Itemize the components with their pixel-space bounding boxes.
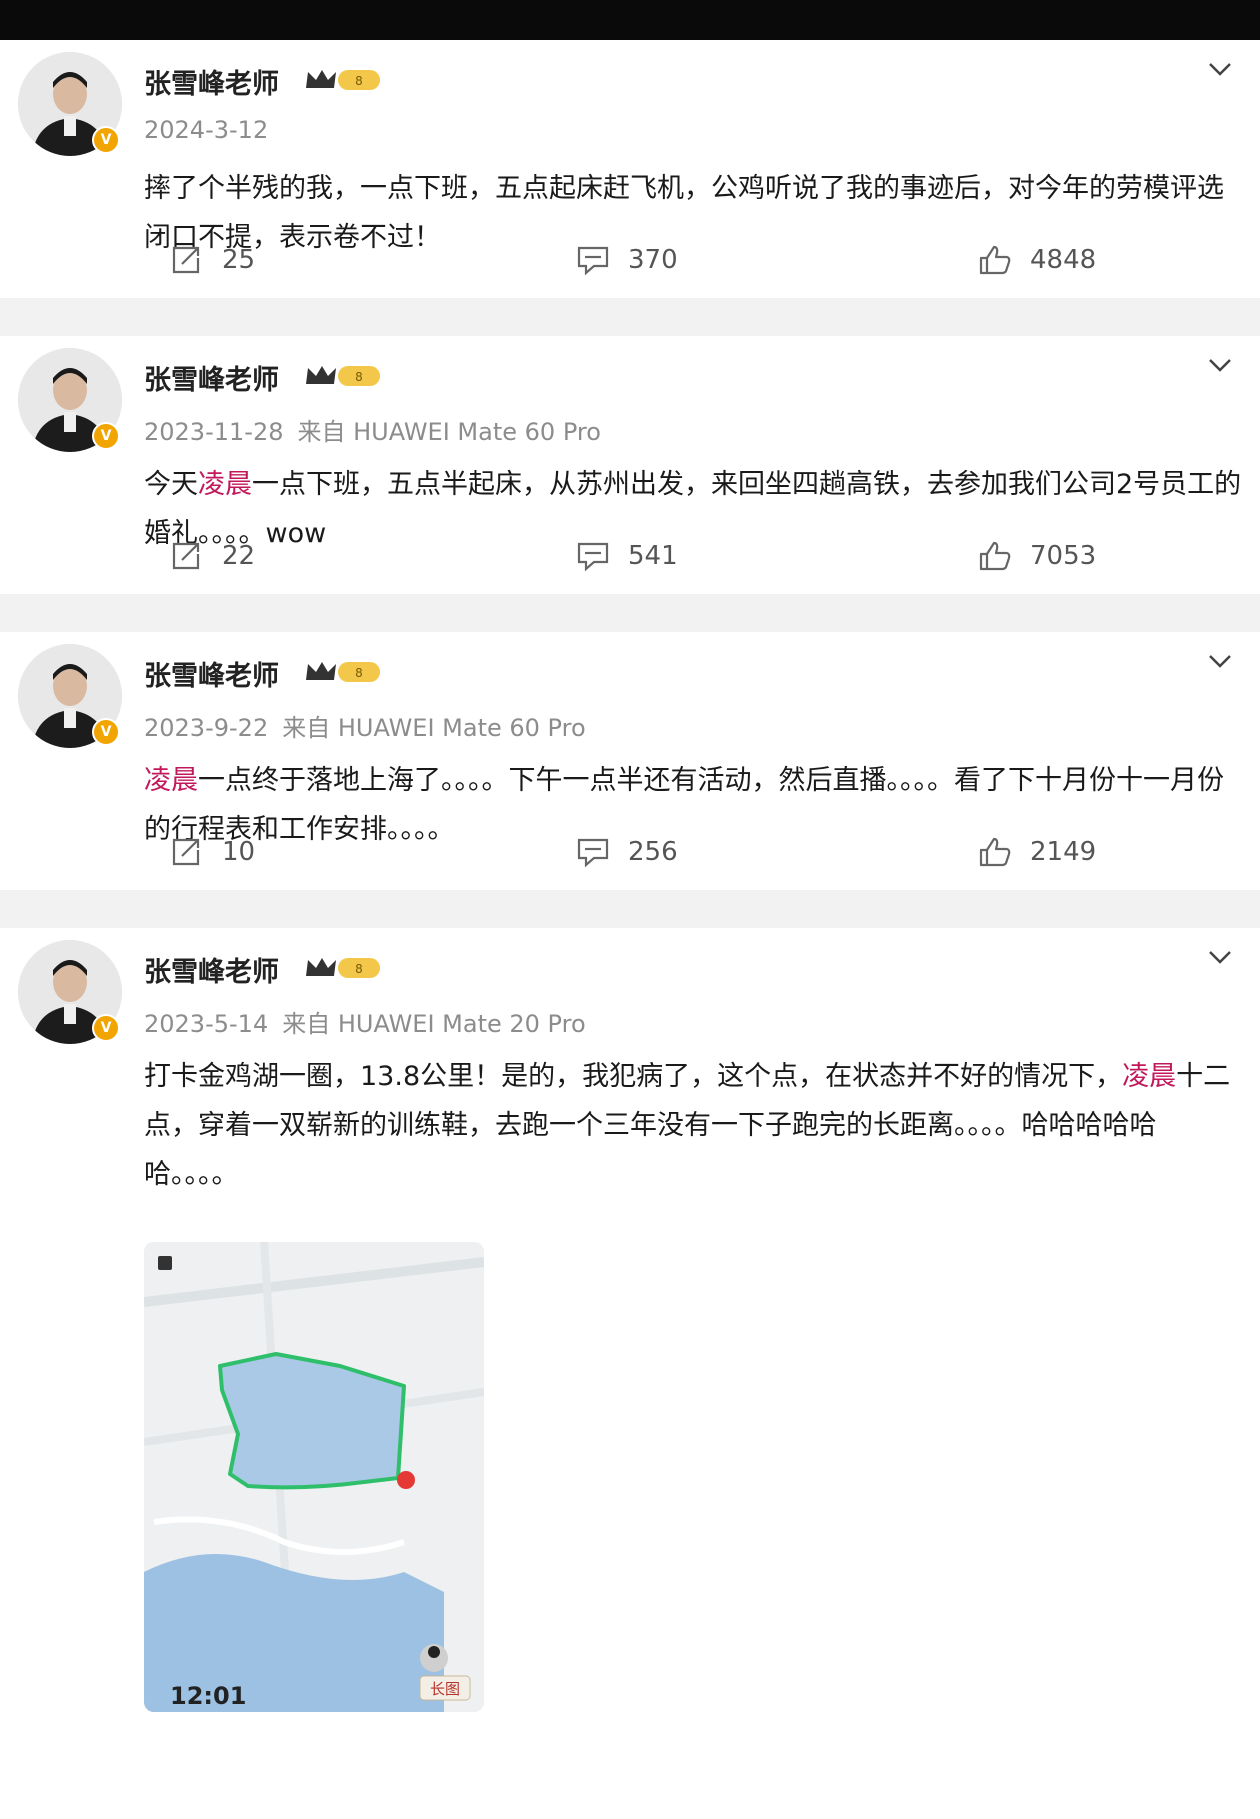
author-name[interactable]: 张雪峰老师 <box>144 950 279 989</box>
like-button[interactable]: 4848 <box>978 240 1096 280</box>
repost-icon <box>172 542 200 570</box>
svg-text:8: 8 <box>355 962 363 976</box>
comment-button[interactable]: 370 <box>576 240 678 280</box>
highlighted-text: 凌晨 <box>144 765 198 796</box>
comment-count: 541 <box>628 541 678 571</box>
repost-button[interactable]: 25 <box>170 240 255 280</box>
post-meta: 2023-5-14 来自 HUAWEI Mate 20 Pro <box>144 1004 586 1039</box>
post-meta: 2023-9-22 来自 HUAWEI Mate 60 Pro <box>144 708 586 743</box>
chevron-down-icon[interactable] <box>1206 60 1234 80</box>
like-count: 2149 <box>1030 837 1097 867</box>
repost-count: 10 <box>222 837 256 867</box>
crown-icon: 8 <box>306 366 380 386</box>
action-bar: 22 541 7053 <box>0 536 1260 576</box>
map-time-label: 12:01 <box>170 1682 247 1710</box>
weibo-post: V 张雪峰老师 8 2024-3-12 摔了个半残的我，一点下班，五点起床赶飞机… <box>0 40 1260 298</box>
post-meta: 2023-11-28 来自 HUAWEI Mate 60 Pro <box>144 412 601 447</box>
crown-icon: 8 <box>306 70 380 90</box>
post-source: 来自 HUAWEI Mate 60 Pro <box>297 418 601 446</box>
svg-text:8: 8 <box>355 74 363 88</box>
svg-text:8: 8 <box>355 666 363 680</box>
action-bar: 10 256 2149 <box>0 832 1260 872</box>
repost-button[interactable]: 22 <box>170 536 255 576</box>
crown-icon: 8 <box>306 662 380 682</box>
comment-count: 256 <box>628 837 678 867</box>
like-button[interactable]: 7053 <box>978 536 1096 576</box>
route-map: 长图 <box>144 1242 484 1712</box>
content-text: 今天 <box>144 469 198 500</box>
weibo-post: V 张雪峰老师 8 2023-5-14 来自 HUAWEI Mate 20 Pro… <box>0 928 1260 1819</box>
post-date: 2023-9-22 <box>144 714 269 742</box>
chevron-down-icon[interactable] <box>1206 356 1234 376</box>
thumbs-up-icon <box>979 541 1011 571</box>
like-button[interactable]: 2149 <box>978 832 1096 872</box>
highlighted-text: 凌晨 <box>198 469 252 500</box>
repost-icon <box>172 838 200 866</box>
comment-icon <box>577 542 609 572</box>
comment-icon <box>577 838 609 868</box>
comment-icon <box>577 246 609 276</box>
post-source: 来自 HUAWEI Mate 60 Pro <box>282 714 586 742</box>
thumbs-up-icon <box>979 245 1011 275</box>
long-image-badge: 长图 <box>430 1680 460 1698</box>
repost-button[interactable]: 10 <box>170 832 255 872</box>
post-content: 打卡金鸡湖一圈，13.8公里！是的，我犯病了，这个点，在状态并不好的情况下，凌晨… <box>144 1052 1244 1199</box>
repost-count: 22 <box>222 541 256 571</box>
comment-button[interactable]: 541 <box>576 536 678 576</box>
post-meta: 2024-3-12 <box>144 116 282 144</box>
crown-icon: 8 <box>306 958 380 978</box>
verified-badge-icon: V <box>92 1014 120 1042</box>
like-count: 7053 <box>1030 541 1097 571</box>
post-date: 2023-5-14 <box>144 1010 269 1038</box>
post-date: 2023-11-28 <box>144 418 284 446</box>
thumbs-up-icon <box>979 837 1011 867</box>
post-source: 来自 HUAWEI Mate 20 Pro <box>282 1010 586 1038</box>
run-route-map-image[interactable]: 长图 12:01 <box>144 1242 484 1712</box>
verified-badge-icon: V <box>92 126 120 154</box>
repost-count: 25 <box>222 245 256 275</box>
chevron-down-icon[interactable] <box>1206 652 1234 672</box>
highlighted-text: 凌晨 <box>1122 1061 1177 1092</box>
svg-text:8: 8 <box>355 370 363 384</box>
verified-badge-icon: V <box>92 422 120 450</box>
author-name[interactable]: 张雪峰老师 <box>144 358 279 397</box>
status-bar <box>0 0 1260 40</box>
verified-badge-icon: V <box>92 718 120 746</box>
location-pin-icon <box>397 1471 415 1489</box>
action-bar: 25 370 4848 <box>0 240 1260 280</box>
like-count: 4848 <box>1030 245 1097 275</box>
comment-button[interactable]: 256 <box>576 832 678 872</box>
post-date: 2024-3-12 <box>144 116 269 144</box>
author-name[interactable]: 张雪峰老师 <box>144 654 279 693</box>
content-text: 打卡金鸡湖一圈，13.8公里！是的，我犯病了，这个点，在状态并不好的情况下， <box>144 1061 1123 1092</box>
weibo-post: V 张雪峰老师 8 2023-11-28 来自 HUAWEI Mate 60 Pr… <box>0 336 1260 594</box>
comment-count: 370 <box>628 245 678 275</box>
repost-icon <box>172 246 200 274</box>
chevron-down-icon[interactable] <box>1206 948 1234 968</box>
author-name[interactable]: 张雪峰老师 <box>144 62 279 101</box>
weibo-post: V 张雪峰老师 8 2023-9-22 来自 HUAWEI Mate 60 Pro… <box>0 632 1260 890</box>
